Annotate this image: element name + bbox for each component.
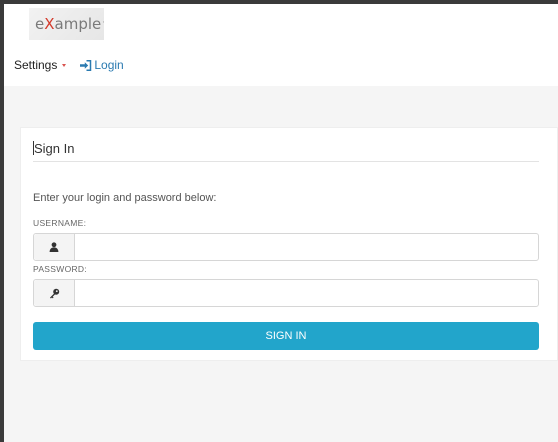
logo-trademark: ™ [102, 21, 104, 27]
main-content: Sign In Enter your login and password be… [4, 86, 558, 442]
login-label: Login [94, 58, 124, 72]
password-addon [34, 280, 75, 306]
panel-title: Sign In [33, 141, 74, 156]
username-addon [34, 234, 75, 260]
panel-divider [33, 161, 539, 162]
sign-in-icon [80, 59, 92, 71]
settings-label: Settings [14, 58, 58, 72]
sign-in-panel: Sign In Enter your login and password be… [20, 127, 558, 361]
logo-prefix: e [35, 15, 45, 33]
window-top-border [0, 0, 558, 4]
sign-in-instructions: Enter your login and password below: [33, 192, 217, 204]
sign-in-button[interactable]: SIGN IN [33, 322, 539, 350]
username-label: USERNAME: [33, 218, 87, 228]
panel-title-text: Sign In [34, 141, 75, 156]
login-link[interactable]: Login [80, 58, 124, 72]
logo-suffix: ample [54, 15, 102, 33]
password-label: PASSWORD: [33, 264, 88, 274]
password-group [33, 279, 539, 307]
key-icon [49, 288, 59, 298]
username-input[interactable] [75, 234, 538, 260]
top-nav: Settings Login [14, 57, 124, 73]
caret-down-icon [62, 63, 67, 67]
password-input[interactable] [75, 280, 538, 306]
username-group [33, 233, 539, 261]
brand-logo: eXample™ [29, 8, 104, 40]
user-icon [49, 242, 59, 252]
logo-accent: X [44, 15, 55, 33]
settings-menu[interactable]: Settings [14, 58, 67, 72]
